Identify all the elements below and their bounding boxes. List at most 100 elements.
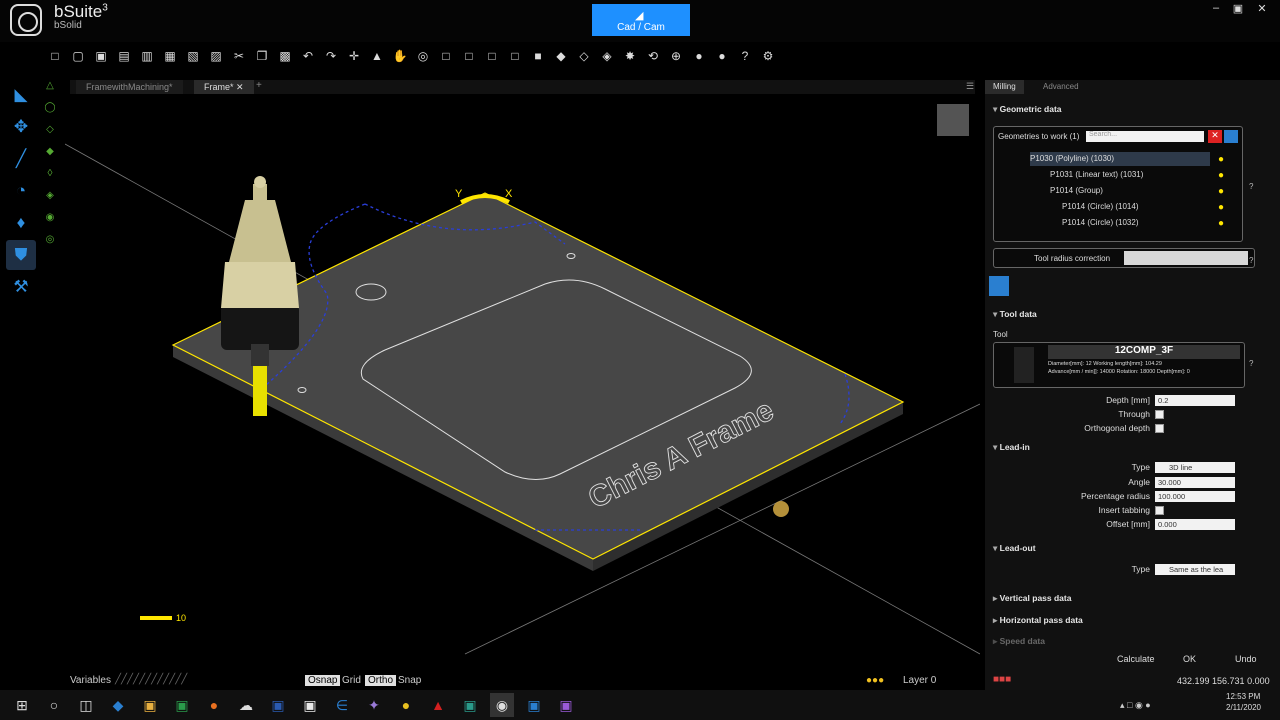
tab-frame[interactable]: Frame* ✕ (194, 80, 254, 94)
word-icon[interactable]: ▣ (266, 693, 290, 717)
bsuite-taskbar-icon[interactable]: ◉ (490, 693, 514, 717)
crosshair-icon[interactable] (773, 501, 789, 517)
panel-tool-icons[interactable]: ■■■ (993, 674, 1011, 685)
view-iso-icon[interactable]: ◆ (550, 46, 572, 66)
chrome-icon[interactable]: ● (394, 693, 418, 717)
file-explorer-icon[interactable]: ▣ (138, 693, 162, 717)
settings-icon[interactable]: ⚙ (757, 46, 779, 66)
tab-framewithmachining[interactable]: FramewithMachining* (76, 80, 183, 94)
subtool-icon[interactable]: ◉ (40, 212, 60, 234)
transform-tool-icon[interactable]: ✥ (6, 112, 36, 142)
variables-button[interactable]: Variables (67, 675, 114, 686)
snap-toggle[interactable]: Snap (395, 675, 424, 686)
calculate-button[interactable]: Calculate (1117, 654, 1155, 664)
paste-icon[interactable]: ▩ (274, 46, 296, 66)
save-as-icon[interactable]: ▤ (113, 46, 135, 66)
through-checkbox[interactable] (1155, 410, 1164, 419)
subtool-icon[interactable]: ◯ (40, 102, 60, 124)
add-tab-button[interactable]: + (256, 80, 262, 91)
subtool-icon[interactable]: ◊ (40, 168, 60, 190)
delete-geometry-icon[interactable]: ✕ (1208, 130, 1222, 143)
app-icon-4[interactable]: ▣ (522, 693, 546, 717)
visibility-bulb-icon[interactable]: ● (1218, 202, 1224, 213)
layer-indicator[interactable]: Layer 0 (900, 675, 939, 686)
subtool-icon[interactable]: ◆ (40, 146, 60, 168)
cam-shield-icon[interactable]: ⛊ (6, 240, 36, 270)
lead-in-type-select[interactable]: 3D line (1155, 462, 1235, 473)
view-cube[interactable] (937, 104, 969, 136)
minimize-button[interactable]: – (1204, 2, 1228, 16)
speed-data-header[interactable]: Speed data (993, 636, 1045, 647)
snap-tools-icons[interactable]: ╱╱╱╱╱╱╱╱╱╱╱╱ (115, 674, 187, 685)
visibility-bulb-icon[interactable]: ● (1218, 218, 1224, 229)
help-icon[interactable]: ? (1249, 256, 1253, 265)
acrobat-icon[interactable]: ▲ (426, 693, 450, 717)
view-front-icon[interactable]: □ (435, 46, 457, 66)
lead-in-header[interactable]: Lead-in (993, 442, 1030, 453)
restore-button[interactable]: ▣ (1226, 2, 1250, 16)
subtool-icon[interactable]: ◇ (40, 124, 60, 146)
subtool-icon[interactable]: △ (40, 80, 60, 102)
close-button[interactable]: ✕ (1250, 2, 1274, 16)
help-icon[interactable]: ? (734, 46, 756, 66)
draw-tool-icon[interactable]: ◣ (6, 80, 36, 110)
vertical-pass-header[interactable]: Vertical pass data (993, 593, 1072, 604)
render-icon[interactable]: ✸ (619, 46, 641, 66)
ok-button[interactable]: OK (1183, 654, 1196, 664)
outlook-icon[interactable]: ◆ (106, 693, 130, 717)
grid-icon[interactable]: ⊕ (665, 46, 687, 66)
copy-icon[interactable]: ❐ (251, 46, 273, 66)
open-folder-icon[interactable]: ▢ (67, 46, 89, 66)
help-icon[interactable]: ? (1249, 182, 1253, 191)
task-view-icon[interactable]: ◫ (74, 693, 98, 717)
add-geometry-icon[interactable] (1224, 130, 1238, 143)
dimension-tool-icon[interactable]: ◔ (6, 176, 36, 206)
search-circle-icon[interactable]: ○ (42, 693, 66, 717)
new-file-icon[interactable]: □ (44, 46, 66, 66)
view-3d-icon[interactable]: ◇ (573, 46, 595, 66)
tool-path-icon[interactable] (989, 276, 1009, 296)
firefox-icon[interactable]: ● (202, 693, 226, 717)
view-top-icon[interactable]: ■ (527, 46, 549, 66)
percentage-radius-input[interactable]: 100.000 (1155, 491, 1235, 502)
tree-item-linear-text[interactable]: P1031 (Linear text) (1031) (1050, 168, 1143, 182)
tree-item-circle-1032[interactable]: P1014 (Circle) (1032) (1062, 216, 1138, 230)
radius-correction-options[interactable] (1124, 251, 1248, 265)
print-icon[interactable]: ▨ (205, 46, 227, 66)
app-icon-2[interactable]: ✦ (362, 693, 386, 717)
windows-start-icon[interactable]: ⊞ (10, 693, 34, 717)
palette-icon[interactable]: ●●● (863, 675, 887, 686)
zoom-icon[interactable]: ◎ (412, 46, 434, 66)
tab-menu-icon[interactable]: ☰ (966, 81, 974, 92)
tab-milling[interactable]: Milling (985, 80, 1024, 94)
view-back-icon[interactable]: □ (458, 46, 480, 66)
geometric-data-header[interactable]: Geometric data (993, 104, 1062, 115)
import-icon[interactable]: ▦ (159, 46, 181, 66)
undo-icon[interactable]: ↶ (297, 46, 319, 66)
lead-out-header[interactable]: Lead-out (993, 543, 1036, 554)
app-icon-3[interactable]: ▣ (458, 693, 482, 717)
import-2-icon[interactable]: ▧ (182, 46, 204, 66)
select-icon[interactable]: ▲ (366, 46, 388, 66)
system-tray-icons[interactable]: ▴ □ ◉ ● (1120, 700, 1151, 711)
offset-input[interactable]: 0.000 (1155, 519, 1235, 530)
3d-viewport[interactable]: Chris A Frame Y X 10 (65, 94, 980, 674)
sphere-icon[interactable]: ● (688, 46, 710, 66)
tool-card[interactable]: 12COMP_3F Diameter[mm]: 12 Working lengt… (993, 342, 1245, 388)
onenote-icon[interactable]: ▣ (298, 693, 322, 717)
clock-time[interactable]: 12:53 PM (1226, 692, 1260, 701)
geometries-search[interactable]: Search... (1086, 131, 1204, 142)
lead-out-type-select[interactable]: Same as the lea (1155, 564, 1235, 575)
osnap-toggle[interactable]: Osnap (305, 675, 341, 686)
visibility-bulb-icon[interactable]: ● (1218, 170, 1224, 181)
undo-button[interactable]: Undo (1235, 654, 1257, 664)
pan-hand-icon[interactable]: ✋ (389, 46, 411, 66)
cube-icon[interactable]: ◈ (596, 46, 618, 66)
machining-tool-icon[interactable]: ♦ (6, 208, 36, 238)
tree-item-circle-1014[interactable]: P1014 (Circle) (1014) (1062, 200, 1138, 214)
move-icon[interactable]: ✛ (343, 46, 365, 66)
ortho-toggle[interactable]: Ortho (365, 675, 397, 686)
premiere-icon[interactable]: ▣ (554, 693, 578, 717)
app-icon[interactable]: ☁ (234, 693, 258, 717)
horizontal-pass-header[interactable]: Horizontal pass data (993, 615, 1083, 626)
